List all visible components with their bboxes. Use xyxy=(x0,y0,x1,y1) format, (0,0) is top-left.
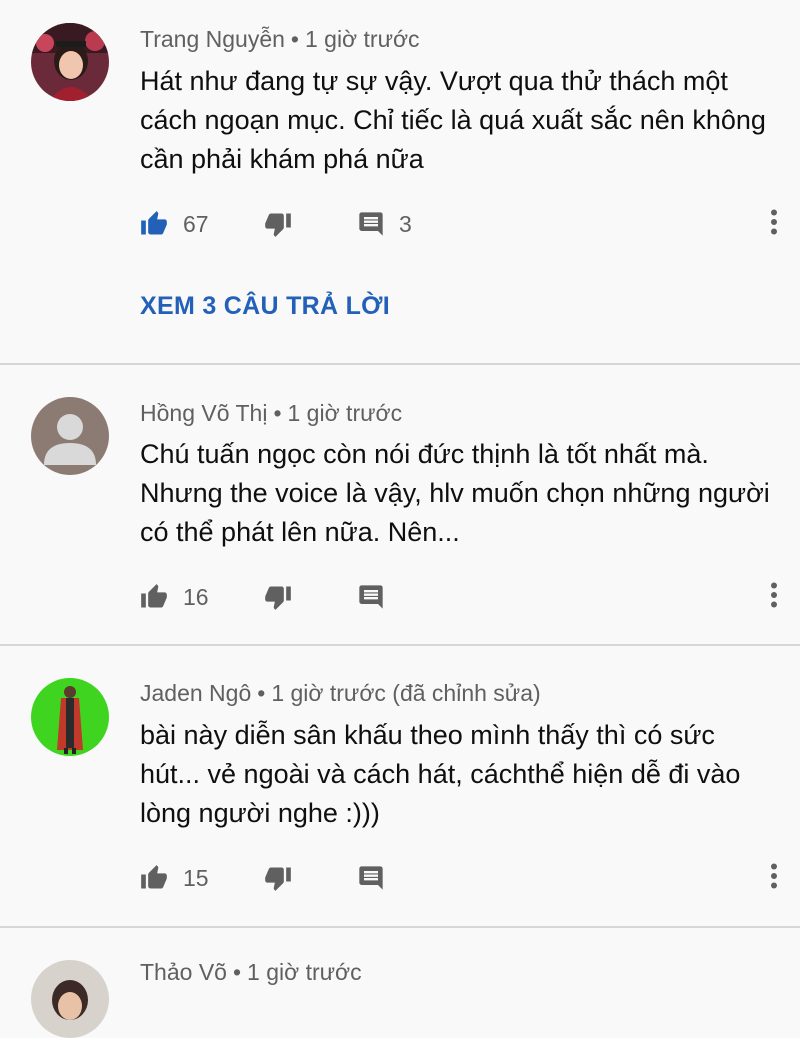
more-vert-icon xyxy=(770,582,778,613)
like-button[interactable]: 67 xyxy=(139,199,209,249)
like-count: 16 xyxy=(183,583,209,610)
reply-count: 3 xyxy=(399,210,412,237)
comment-text: Chú tuấn ngọc còn nói đức thịnh là tốt n… xyxy=(140,439,770,547)
comment-meta: Trang Nguyễn • 1 giờ trước xyxy=(140,26,420,53)
comment-actions: 16 xyxy=(0,572,800,622)
comment-meta: Hồng Võ Thị • 1 giờ trước xyxy=(140,400,402,427)
comment-text: bài này diễn sân khấu theo mình thấy thì… xyxy=(140,720,741,828)
thumbs-up-icon xyxy=(139,583,169,611)
more-vert-icon xyxy=(770,863,778,894)
more-options-button[interactable] xyxy=(770,199,778,249)
avatar[interactable] xyxy=(31,960,109,1038)
thumbs-up-icon xyxy=(139,864,169,892)
comment-time: 1 giờ trước xyxy=(247,959,362,985)
thumbs-down-icon xyxy=(263,583,293,611)
comment-card: Hồng Võ Thị • 1 giờ trước Chú tuấn ngọc cò… xyxy=(0,365,800,646)
reply-button[interactable] xyxy=(357,572,385,622)
comment-text: Hát như đang tự sự vậy. Vượt qua thử thá… xyxy=(140,66,766,174)
comment-icon xyxy=(357,864,385,892)
comment-icon xyxy=(357,583,385,611)
more-options-button[interactable] xyxy=(770,572,778,622)
author-name[interactable]: Trang Nguyễn xyxy=(140,26,285,52)
like-count: 67 xyxy=(183,210,209,237)
view-replies-button[interactable]: XEM 3 CÂU TRẢ LỜI xyxy=(140,292,390,321)
thumbs-up-icon xyxy=(139,210,169,238)
more-options-button[interactable] xyxy=(770,853,778,903)
comment-card: Jaden Ngô • 1 giờ trước (đã chỉnh sửa) bài… xyxy=(0,646,800,928)
avatar[interactable] xyxy=(31,23,109,101)
comment-time: 1 giờ trước xyxy=(287,400,403,426)
comment-meta: Jaden Ngô • 1 giờ trước (đã chỉnh sửa) xyxy=(140,680,541,707)
dislike-button[interactable] xyxy=(263,853,293,903)
comment-actions: 15 xyxy=(0,853,800,903)
comment-card: Thảo Võ • 1 giờ trước xyxy=(0,928,800,1038)
avatar[interactable] xyxy=(31,397,109,475)
separator-dot: • xyxy=(290,26,299,52)
comment-time: 1 giờ trước xyxy=(304,26,420,52)
separator-dot: • xyxy=(232,959,242,985)
like-button[interactable]: 16 xyxy=(139,572,209,622)
comment-meta: Thảo Võ • 1 giờ trước xyxy=(140,959,362,986)
dislike-button[interactable] xyxy=(263,572,293,622)
avatar[interactable] xyxy=(31,678,109,756)
like-button[interactable]: 15 xyxy=(139,853,209,903)
like-count: 15 xyxy=(183,864,209,891)
separator-dot: • xyxy=(273,400,282,426)
separator-dot: • xyxy=(257,680,266,706)
thumbs-down-icon xyxy=(263,864,293,892)
comment-icon xyxy=(357,210,385,238)
comment-actions: 67 3 xyxy=(0,199,800,249)
thumbs-down-icon xyxy=(263,210,293,238)
comment-time: 1 giờ trước (đã chỉnh sửa) xyxy=(271,680,541,706)
author-name[interactable]: Thảo Võ xyxy=(140,959,227,985)
author-name[interactable]: Jaden Ngô xyxy=(140,680,251,706)
author-name[interactable]: Hồng Võ Thị xyxy=(140,400,267,426)
comment-card: Trang Nguyễn • 1 giờ trước Hát như đang tự… xyxy=(0,0,800,365)
more-vert-icon xyxy=(770,209,778,240)
dislike-button[interactable] xyxy=(263,199,293,249)
reply-button[interactable] xyxy=(357,853,385,903)
reply-button[interactable]: 3 xyxy=(357,199,412,249)
